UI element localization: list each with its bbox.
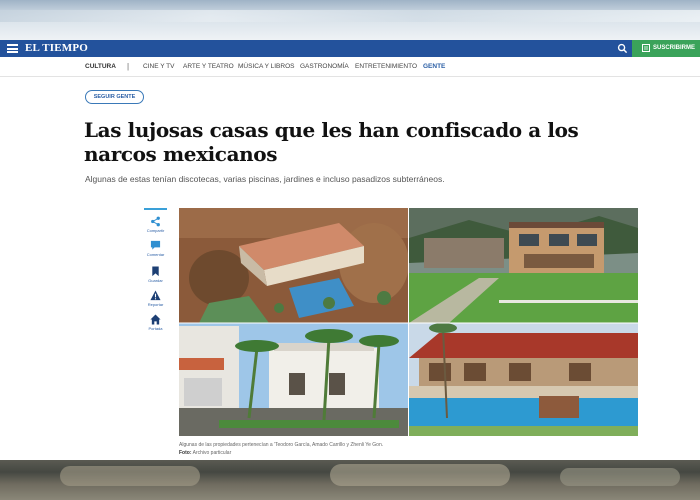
article-headline: Las lujosas casas que les han confiscado… xyxy=(84,118,579,166)
photo-palm-house xyxy=(179,323,408,436)
subscribe-label: SUSCRIBIRME xyxy=(653,45,696,51)
save-button[interactable]: Guardar xyxy=(144,266,167,283)
nav-section-cultura[interactable]: CULTURA xyxy=(85,63,116,70)
site-logo[interactable]: EL TIEMPO xyxy=(25,42,88,54)
comment-button[interactable]: Comentar xyxy=(144,240,167,257)
save-label: Guardar xyxy=(148,278,163,283)
credit-label: Foto: xyxy=(179,450,192,456)
search-icon[interactable] xyxy=(617,43,628,54)
nav-item-musica-libros[interactable]: MÚSICA Y LIBROS xyxy=(238,63,294,70)
nav-item-entretenimiento[interactable]: ENTRETENIMIENTO xyxy=(355,63,417,70)
nav-item-arte-teatro[interactable]: ARTE Y TEATRO xyxy=(183,63,234,70)
photo-aerial-mansion xyxy=(179,208,409,323)
nav-item-gastronomia[interactable]: GASTRONOMÍA xyxy=(300,63,349,70)
alert-icon xyxy=(150,290,161,301)
comment-icon xyxy=(150,240,161,250)
menu-icon[interactable] xyxy=(7,44,18,53)
share-label: Compartir xyxy=(146,228,165,233)
home-label: Portada xyxy=(148,326,163,331)
nav-item-cine-tv[interactable]: CINE Y TV xyxy=(143,63,174,70)
caption-text: Algunas de las propiedades pertenecían a… xyxy=(179,442,384,448)
comment-label: Comentar xyxy=(146,252,165,257)
blurred-background-bottom xyxy=(0,460,700,500)
photo-caption: Algunas de las propiedades pertenecían a… xyxy=(179,441,638,457)
home-icon xyxy=(150,314,161,325)
bookmark-icon xyxy=(152,266,159,277)
subscribe-button[interactable]: SUSCRIBIRME xyxy=(632,40,700,57)
newspaper-icon xyxy=(642,44,650,52)
article-photo-collage xyxy=(179,208,638,436)
share-icon xyxy=(151,216,160,227)
blurred-background-top xyxy=(0,0,700,40)
report-button[interactable]: Reportar xyxy=(144,290,167,307)
photo-pool-house xyxy=(409,323,638,436)
share-toolbar: Compartir Comentar Guardar Reportar Port… xyxy=(144,208,167,334)
top-bar: EL TIEMPO SUSCRIBIRME xyxy=(0,40,700,57)
credit-value: Archivo particular xyxy=(192,450,232,456)
report-label: Reportar xyxy=(147,302,164,307)
share-button[interactable]: Compartir xyxy=(144,216,167,233)
article-subheadline: Algunas de estas tenían discotecas, vari… xyxy=(85,174,445,184)
nav-item-gente[interactable]: GENTE xyxy=(423,63,445,70)
home-button[interactable]: Portada xyxy=(144,314,167,331)
photo-credit: Foto: Archivo particular xyxy=(179,449,638,457)
follow-section-button[interactable]: SEGUIR GENTE xyxy=(85,90,144,104)
nav-separator: | xyxy=(127,62,130,71)
photo-lawn-house xyxy=(409,208,638,323)
collage-image xyxy=(179,208,638,436)
section-nav: CULTURA | CINE Y TV ARTE Y TEATRO MÚSICA… xyxy=(0,57,700,77)
